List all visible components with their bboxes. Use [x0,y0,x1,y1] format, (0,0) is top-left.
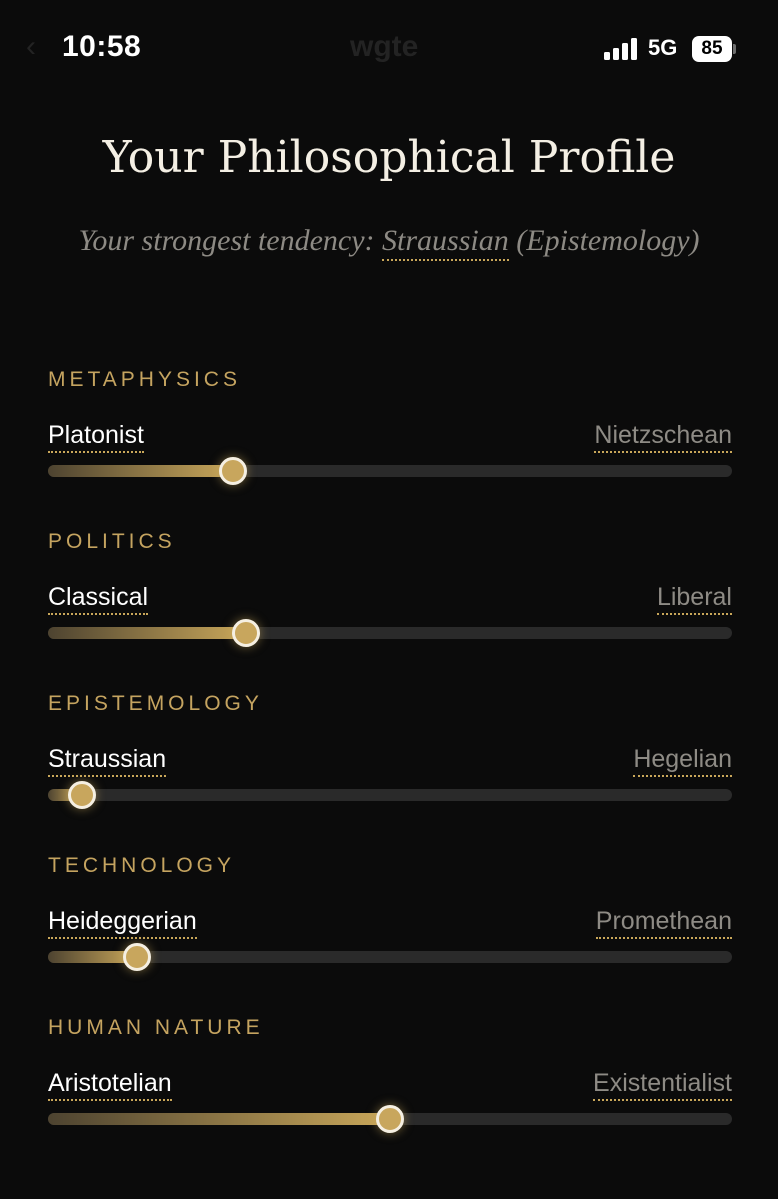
left-pole-label[interactable]: Heideggerian [48,906,197,939]
slider-thumb[interactable] [68,781,97,809]
right-pole-label[interactable]: Existentialist [593,1068,732,1101]
slider-thumb[interactable] [122,943,151,971]
dimension-technology: TECHNOLOGY Heideggerian Promethean [48,854,732,984]
spectrum-slider[interactable] [48,943,732,971]
dimension-human-nature: HUMAN NATURE Aristotelian Existentialist [48,1016,732,1146]
dimension-metaphysics: METAPHYSICS Platonist Nietzschean [48,368,732,498]
status-bar: ‹ 10:58 wgte 5G 85 [0,0,778,100]
dimension-label: HUMAN NATURE [48,1016,264,1039]
slider-thumb[interactable] [376,1105,404,1133]
strongest-tendency-subtitle: Your strongest tendency: Straussian (Epi… [0,224,778,261]
dimension-epistemology: EPISTEMOLOGY Straussian Hegelian [48,692,732,822]
right-pole-label[interactable]: Hegelian [633,744,732,777]
status-time: 10:58 [62,30,142,63]
slider-thumb[interactable] [232,619,261,647]
subtitle-suffix: (Epistemology) [508,224,700,257]
slider-fill [48,1113,390,1125]
left-pole-label[interactable]: Aristotelian [48,1068,172,1101]
spectrum-slider[interactable] [48,457,732,485]
left-pole-label[interactable]: Straussian [48,744,167,777]
right-pole-label[interactable]: Liberal [656,582,732,615]
dimension-politics: POLITICS Classical Liberal [48,530,732,660]
subtitle-prefix: Your strongest tendency: [78,224,383,257]
dimension-label: POLITICS [48,530,176,553]
slider-fill [48,465,233,477]
left-pole-label[interactable]: Platonist [48,420,144,453]
ghost-nav-title: wgte [350,30,419,63]
right-pole-label[interactable]: Promethean [595,906,732,939]
spectrum-slider[interactable] [48,1105,732,1133]
cellular-signal-icon [604,38,638,60]
spectrum-slider[interactable] [48,781,732,809]
battery-level: 85 [692,36,732,62]
dimension-label: METAPHYSICS [48,368,241,391]
spectrum-slider[interactable] [48,619,732,647]
dimension-label: TECHNOLOGY [48,854,236,877]
slider-thumb[interactable] [218,457,247,485]
left-pole-label[interactable]: Classical [48,582,149,615]
back-chevron-icon[interactable]: ‹ [26,30,36,64]
page-title: Your Philosophical Profile [102,132,676,183]
battery-icon: 85 [692,36,736,62]
right-pole-label[interactable]: Nietzschean [594,420,732,453]
network-type: 5G [648,35,678,60]
dimension-label: EPISTEMOLOGY [48,692,263,715]
slider-fill [48,627,247,639]
strongest-tendency-link[interactable]: Straussian [382,224,509,261]
